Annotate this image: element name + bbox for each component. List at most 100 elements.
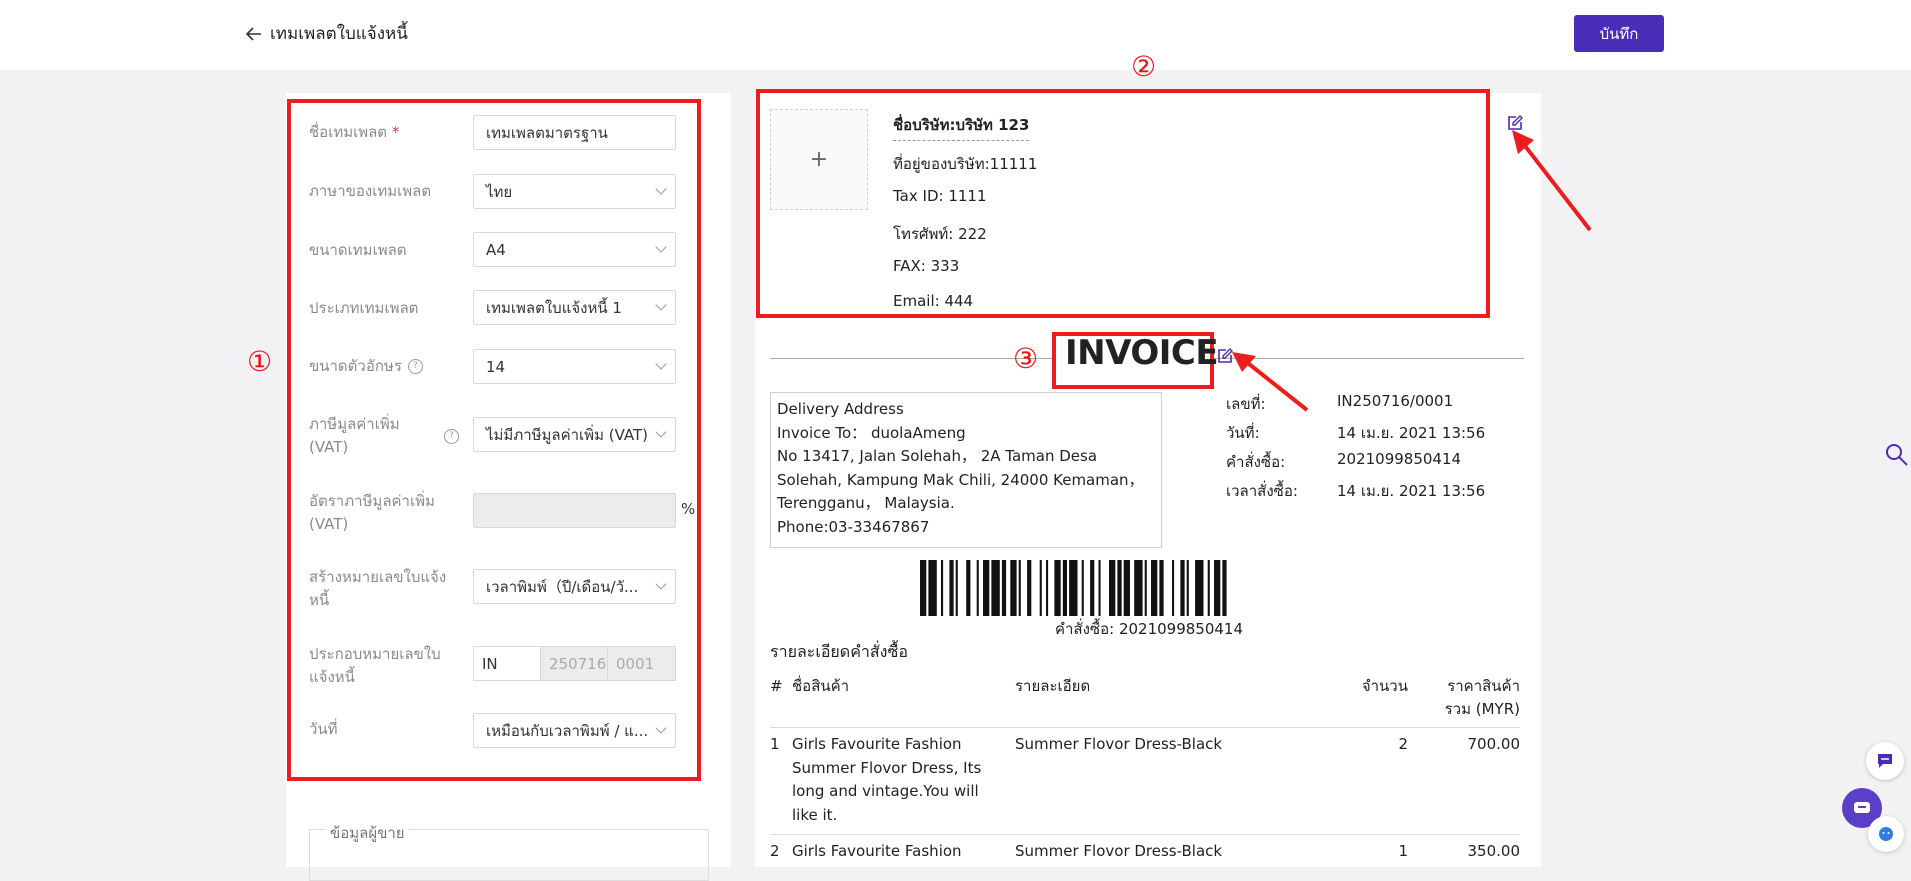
col-header-num: #: [770, 677, 783, 695]
row2-detail: Summer Flovor Dress-Black: [1015, 842, 1223, 860]
template-name-label: ชื่อเทมเพลต: [309, 123, 388, 141]
barcode-bar: [1098, 560, 1101, 616]
page-title: เทมเพลตใบแจ้งหนี้: [270, 24, 408, 44]
save-button[interactable]: บันทึก: [1574, 15, 1664, 52]
company-address: ที่อยู่ของบริษัท:11111: [893, 155, 1038, 173]
barcode-bar: [966, 560, 971, 616]
help-icon[interactable]: ?: [444, 428, 459, 444]
row1-qty: 2: [1398, 735, 1408, 753]
barcode-caption: คำสั่งซื้อ: 2021099850414: [1055, 620, 1244, 638]
col-header-detail: รายละเอียด: [1015, 677, 1091, 695]
barcode-bar: [1195, 560, 1204, 616]
support-button[interactable]: [1866, 742, 1904, 780]
barcode-bar: [1123, 560, 1130, 616]
row1-num: 1: [770, 735, 780, 753]
chevron-down-icon: [655, 183, 667, 195]
create-number-select[interactable]: เวลาพิมพ์（ปี/เดือน/วั...: [473, 569, 676, 604]
font-size-select[interactable]: 14: [473, 349, 676, 384]
order-time-label: เวลาสั่งซื้อ:: [1226, 482, 1298, 500]
address-line: Phone:03-33467867: [777, 517, 930, 536]
template-name-input[interactable]: เทมเพลตมาตรฐาน: [473, 115, 676, 150]
barcode-bar: [976, 560, 979, 616]
barcode-bar: [941, 560, 944, 616]
top-bar: เทมเพลตใบแจ้งหนี้ บันทึก: [0, 0, 1911, 70]
address-line: Delivery Address: [777, 400, 904, 418]
barcode-bar: [955, 560, 958, 616]
row2-product: Girls Favourite Fashion: [792, 842, 962, 860]
search-icon[interactable]: [1885, 443, 1909, 467]
barcode-bar: [1222, 560, 1227, 616]
order-details-heading: รายละเอียดคำสั่งซื้อ: [770, 642, 908, 661]
invoice-title: INVOICE: [1065, 333, 1219, 373]
chevron-down-icon: [655, 426, 667, 438]
row2-num: 2: [770, 842, 780, 860]
invoice-number-value: IN250716/0001: [1337, 392, 1454, 410]
vat-label: ภาษีมูลค่าเพิ่ม (VAT): [309, 415, 400, 456]
annotation-arrow-company-edit: [1512, 130, 1592, 232]
barcode-bar: [1090, 560, 1095, 616]
invoice-number-label: เลขที่:: [1226, 395, 1266, 413]
barcode-bar: [1010, 560, 1017, 616]
row1-total: 700.00: [1467, 735, 1521, 753]
company-name: ชื่อบริษัท:บริษัท 123: [893, 113, 1030, 141]
barcode-bar: [928, 560, 937, 616]
address-line: Invoice To： duolaAmeng: [777, 423, 966, 442]
order-number-label: คำสั่งซื้อ:: [1226, 453, 1286, 471]
vat-rate-label: อัตราภาษีมูลค่าเพิ่ม (VAT): [309, 492, 435, 533]
vat-rate-input: [473, 493, 676, 528]
assistant-button[interactable]: [1868, 816, 1904, 852]
back-link[interactable]: เทมเพลตใบแจ้งหนี้: [246, 20, 408, 47]
size-label: ขนาดเทมเพลต: [309, 241, 407, 259]
size-select[interactable]: A4: [473, 232, 676, 267]
barcode-bar: [1151, 560, 1158, 616]
barcode-bar: [1109, 560, 1116, 616]
assistant-icon: [1879, 827, 1893, 841]
col-header-total: ราคาสินค้ารวม (MYR): [1444, 677, 1520, 718]
date-select[interactable]: เหมือนกับเวลาพิมพ์ / แ...: [473, 713, 676, 748]
chevron-down-icon: [655, 358, 667, 370]
percent-sign: %: [681, 500, 696, 518]
invoice-date-label: วันที่:: [1226, 424, 1260, 442]
chevron-down-icon: [655, 722, 667, 734]
barcode-bar: [1046, 560, 1049, 616]
barcode-bar: [1180, 560, 1185, 616]
barcode-bar: [1207, 560, 1210, 616]
prefix-input[interactable]: IN: [473, 646, 541, 681]
row2-qty: 1: [1398, 842, 1408, 860]
seq-part-input: 0001: [607, 646, 676, 681]
language-select[interactable]: ไทย: [473, 174, 676, 209]
seller-section-label: ข้อมูลผู้ขาย: [326, 821, 409, 845]
barcode-bar: [1117, 560, 1122, 616]
type-select[interactable]: เทมเพลตใบแจ้งหนี้ 1: [473, 290, 676, 325]
barcode-bar: [1027, 560, 1032, 616]
barcode-bar: [1186, 560, 1189, 616]
help-icon[interactable]: ?: [407, 359, 423, 374]
chat-icon: [1854, 802, 1870, 813]
barcode-bar: [949, 560, 954, 616]
logo-upload[interactable]: +: [770, 109, 868, 210]
barcode-bar: [920, 560, 927, 616]
annotation-marker-2: ②: [1131, 50, 1157, 83]
row2-total: 350.00: [1467, 842, 1521, 860]
type-label: ประเภทเทมเพลต: [309, 299, 419, 317]
chevron-down-icon: [655, 241, 667, 253]
support-icon: [1878, 754, 1892, 768]
annotation-marker-3: ③: [1013, 342, 1039, 375]
annotation-marker-1: ①: [247, 345, 273, 378]
font-size-label: ขนาดตัวอักษร: [309, 357, 402, 375]
col-header-qty: จำนวน: [1361, 677, 1408, 695]
date-label: วันที่: [309, 720, 338, 738]
language-label: ภาษาของเทมเพลต: [309, 182, 432, 200]
create-number-label: สร้างหมายเลขใบแจ้งหนี้: [309, 568, 447, 609]
table-divider: [770, 727, 1520, 728]
barcode-bar: [1039, 560, 1042, 616]
order-number-value: 2021099850414: [1337, 450, 1462, 468]
company-email: Email: 444: [893, 292, 974, 310]
chevron-down-icon: [655, 578, 667, 590]
barcode-bar: [1069, 560, 1078, 616]
date-part-input: 250716: [540, 646, 608, 681]
row1-product: Girls Favourite Fashion Summer Flovor Dr…: [792, 735, 982, 824]
barcode-bar: [1214, 560, 1221, 616]
vat-select[interactable]: ไม่มีภาษีมูลค่าเพิ่ม (VAT): [473, 417, 676, 452]
barcode-bar: [983, 560, 990, 616]
